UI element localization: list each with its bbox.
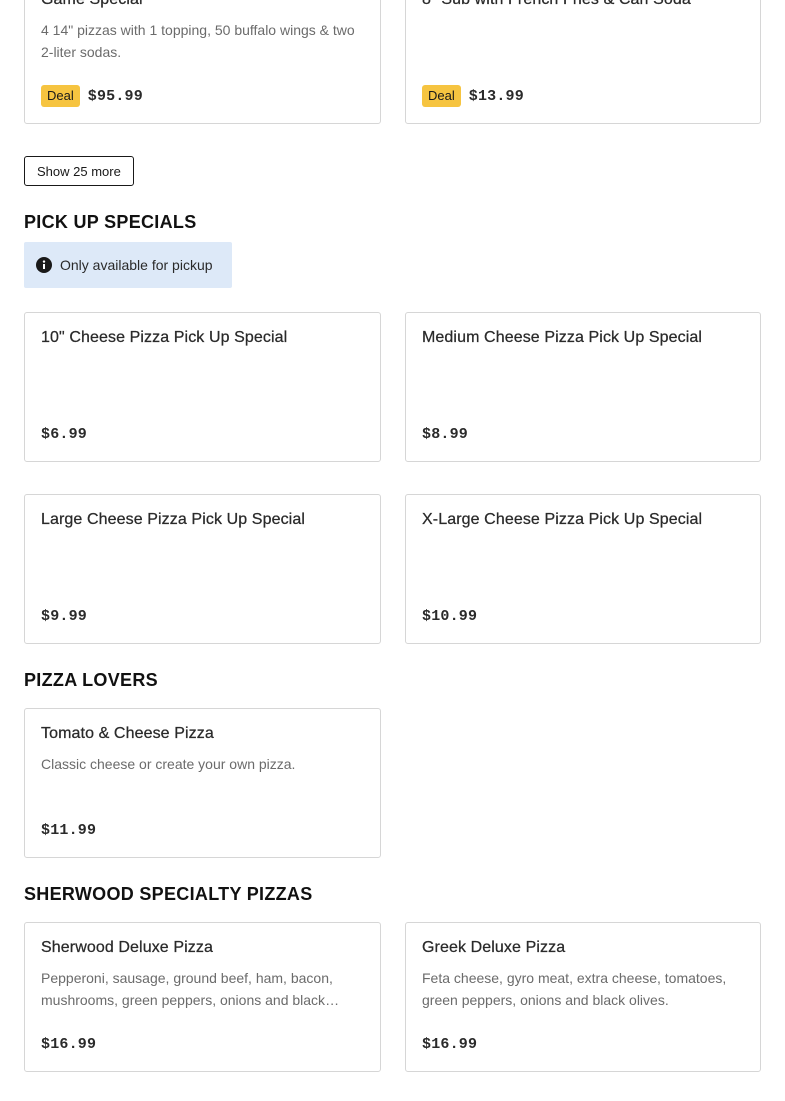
menu-item-footer: $16.99 xyxy=(422,1032,477,1056)
menu-item-footer: $8.99 xyxy=(422,422,468,446)
menu-item-description: Feta cheese, gyro meat, extra cheese, to… xyxy=(422,970,727,1008)
section-heading-pick-up-specials: PICK UP SPECIALS xyxy=(24,212,197,232)
menu-item-card[interactable]: Large Cheese Pizza Pick Up Special $9.99 xyxy=(24,494,381,644)
menu-item-card[interactable]: Medium Cheese Pizza Pick Up Special $8.9… xyxy=(405,312,761,462)
pickup-notice: Only available for pickup xyxy=(24,242,232,288)
menu-item-title: Game Special xyxy=(41,0,364,9)
deal-badge: Deal xyxy=(422,85,461,107)
menu-item-footer: $16.99 xyxy=(41,1032,96,1056)
menu-item-price: $10.99 xyxy=(422,607,478,625)
menu-item-title: X-Large Cheese Pizza Pick Up Special xyxy=(422,511,703,528)
deal-badge: Deal xyxy=(41,85,80,107)
menu-item-price: $6.99 xyxy=(41,425,88,443)
menu-item-description: Pepperoni, sausage, ground beef, ham, ba… xyxy=(41,970,333,1008)
section-heading-pizza-lovers: PIZZA LOVERS xyxy=(24,670,158,690)
menu-item-price: $16.99 xyxy=(422,1035,478,1053)
menu-item-footer: $10.99 xyxy=(422,604,477,628)
section-heading-sherwood-specialty-pizzas: SHERWOOD SPECIALTY PIZZAS xyxy=(24,884,313,904)
menu-item-price: $16.99 xyxy=(41,1035,97,1053)
menu-item-title: Medium Cheese Pizza Pick Up Special xyxy=(422,329,703,346)
menu-item-footer: $11.99 xyxy=(41,818,96,842)
menu-item-footer: Deal $13.99 xyxy=(422,84,524,108)
menu-item-card[interactable]: X-Large Cheese Pizza Pick Up Special $10… xyxy=(405,494,761,644)
menu-item-price: $11.99 xyxy=(41,821,97,839)
menu-item-title: 10" Cheese Pizza Pick Up Special xyxy=(41,329,288,346)
menu-item-footer: $9.99 xyxy=(41,604,87,628)
menu-item-card[interactable]: Greek Deluxe Pizza Feta cheese, gyro mea… xyxy=(405,922,761,1072)
menu-item-footer: $6.99 xyxy=(41,422,87,446)
menu-item-title: Tomato & Cheese Pizza xyxy=(41,725,214,742)
menu-item-title: Sherwood Deluxe Pizza xyxy=(41,939,213,956)
menu-item-price: $8.99 xyxy=(422,425,469,443)
pickup-notice-text: Only available for pickup xyxy=(60,257,213,273)
info-icon xyxy=(36,257,52,273)
menu-page: Game Special 4 14" pizzas with 1 topping… xyxy=(0,0,785,1101)
menu-item-description: Classic cheese or create your own pizza. xyxy=(41,756,296,772)
menu-item-title: Large Cheese Pizza Pick Up Special xyxy=(41,511,305,528)
show-more-button[interactable]: Show 25 more xyxy=(24,156,134,186)
menu-item-price: $13.99 xyxy=(468,87,524,105)
menu-item-card[interactable]: 8" Sub with French Fries & Can Soda Deal… xyxy=(405,0,761,124)
menu-item-footer: Deal $95.99 xyxy=(41,84,143,108)
menu-item-title: 8" Sub with French Fries & Can Soda xyxy=(422,0,744,9)
menu-item-card[interactable]: Tomato & Cheese Pizza Classic cheese or … xyxy=(24,708,381,858)
menu-item-card[interactable]: 10" Cheese Pizza Pick Up Special $6.99 xyxy=(24,312,381,462)
menu-item-title: Greek Deluxe Pizza xyxy=(422,939,566,956)
menu-item-description: 4 14" pizzas with 1 topping, 50 buffalo … xyxy=(41,22,355,60)
menu-item-card[interactable]: Sherwood Deluxe Pizza Pepperoni, sausage… xyxy=(24,922,381,1072)
menu-item-price: $95.99 xyxy=(87,87,143,105)
menu-item-price: $9.99 xyxy=(41,607,88,625)
menu-item-card[interactable]: Game Special 4 14" pizzas with 1 topping… xyxy=(24,0,381,124)
